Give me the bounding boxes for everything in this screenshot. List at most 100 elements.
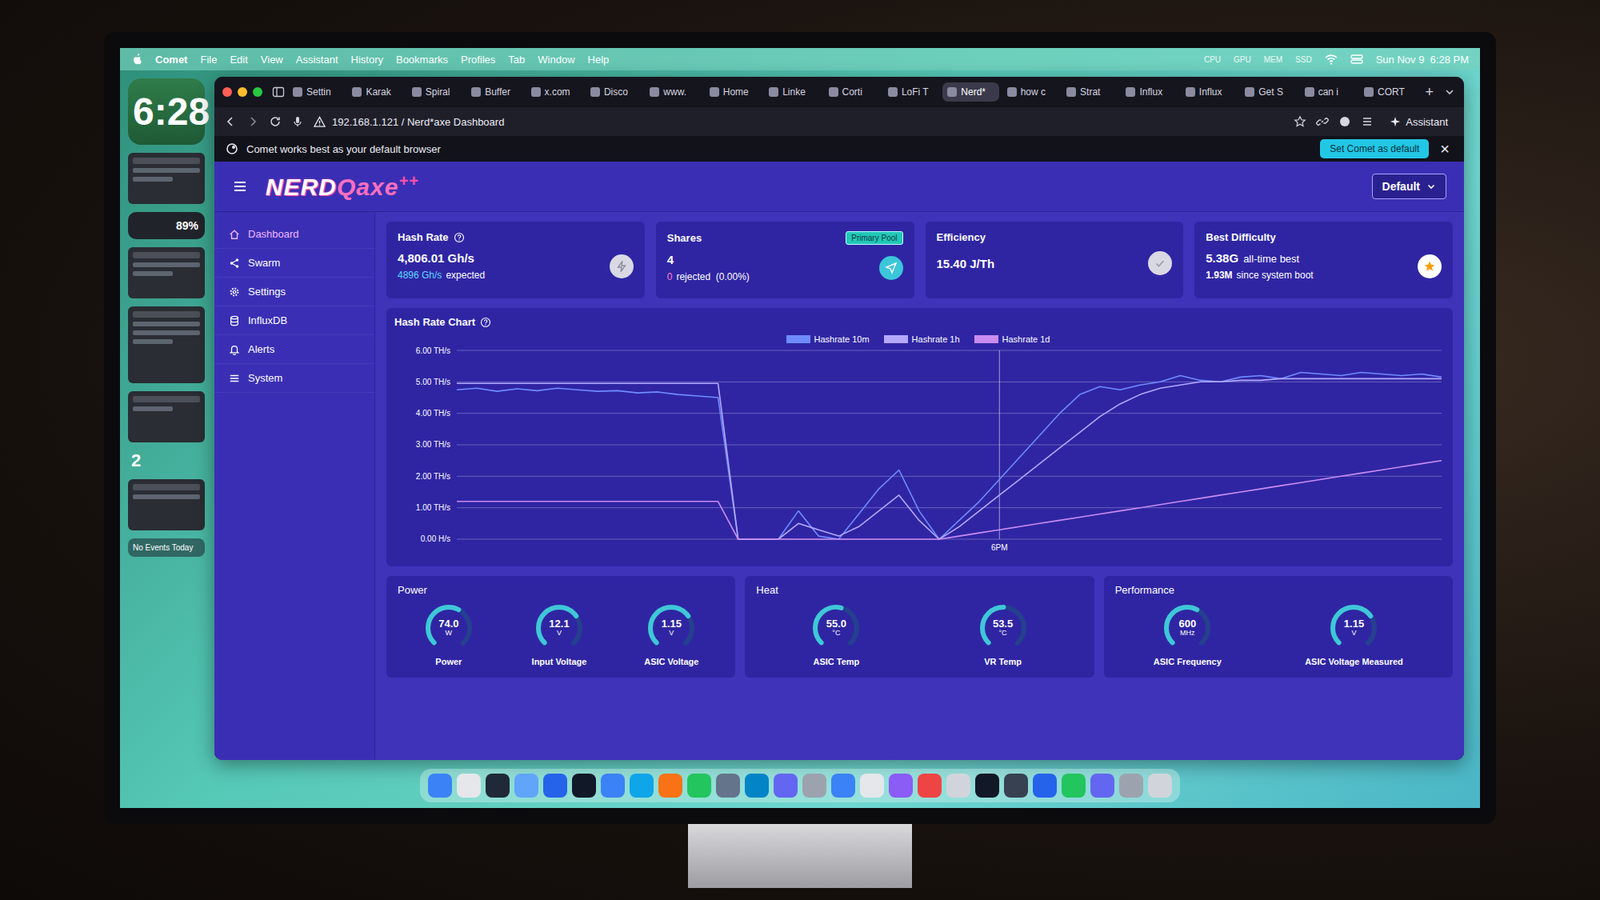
menu-item[interactable]: Profiles	[460, 53, 496, 66]
warning-icon[interactable]	[313, 116, 326, 128]
close-icon[interactable]	[222, 87, 232, 97]
window-thumbnail[interactable]	[128, 247, 205, 299]
browser-tab[interactable]: LoFi T	[883, 82, 940, 102]
status-meter[interactable]: SSD	[1295, 55, 1312, 64]
app-icon[interactable]	[744, 773, 769, 798]
app-icon[interactable]	[514, 773, 539, 798]
menu-item[interactable]: Edit	[229, 53, 248, 66]
back-icon[interactable]	[224, 115, 237, 128]
series-line[interactable]	[456, 460, 1442, 540]
app-icon[interactable]	[687, 773, 712, 798]
assistant-button[interactable]: Assistant	[1383, 112, 1455, 132]
series-line[interactable]	[456, 378, 1442, 540]
app-icon[interactable]	[1119, 773, 1144, 798]
wifi-icon[interactable]	[1324, 52, 1338, 66]
help-icon[interactable]	[453, 232, 465, 244]
window-thumbnail[interactable]	[128, 391, 205, 443]
browser-tab[interactable]: Influx	[1120, 82, 1177, 102]
app-icon[interactable]	[456, 773, 481, 798]
sidebar-item[interactable]: Settings	[214, 277, 375, 307]
menu-item[interactable]: Assistant	[296, 53, 339, 66]
app-icon[interactable]	[600, 773, 625, 798]
app-icon[interactable]	[860, 773, 884, 798]
url-field[interactable]: 192.168.1.121 / Nerd*axe Dashboard	[313, 116, 1284, 128]
app-icon[interactable]	[1148, 773, 1172, 798]
app-icon[interactable]	[716, 773, 740, 798]
status-meter[interactable]: CPU	[1204, 55, 1221, 64]
zoom-icon[interactable]	[252, 87, 263, 97]
new-tab-button[interactable]: +	[1418, 84, 1440, 101]
app-icon[interactable]	[1090, 773, 1115, 798]
control-center-icon[interactable]	[1350, 52, 1364, 66]
menu-item[interactable]: Window	[537, 53, 575, 66]
series-line[interactable]	[456, 372, 1442, 540]
sidebar-toggle-icon[interactable]	[272, 85, 285, 99]
browser-tab[interactable]: Disco	[585, 82, 642, 102]
forward-icon[interactable]	[246, 115, 260, 128]
app-icon[interactable]	[975, 773, 1000, 798]
window-thumbnail[interactable]	[128, 479, 205, 531]
app-icon[interactable]	[629, 773, 654, 798]
clock-widget[interactable]: 6:28	[128, 78, 205, 145]
browser-tab[interactable]: www.	[644, 82, 701, 102]
hamburger-icon[interactable]	[232, 178, 248, 195]
menu-clock[interactable]: Sun Nov 9 6:28 PM	[1376, 53, 1469, 66]
app-icon[interactable]	[946, 773, 971, 798]
menu-item[interactable]: Help	[588, 53, 610, 66]
browser-tab[interactable]: Buffer	[466, 82, 523, 102]
browser-tab[interactable]: x.com	[526, 82, 583, 102]
banner-close-button[interactable]: ×	[1436, 140, 1453, 159]
browser-tab[interactable]: Spiral	[407, 82, 464, 102]
app-icon[interactable]	[572, 773, 596, 798]
link-icon[interactable]	[1316, 115, 1329, 128]
sidebar-item[interactable]: Swarm	[214, 248, 375, 278]
browser-tab[interactable]: Influx	[1180, 82, 1237, 102]
app-icon[interactable]	[1032, 773, 1057, 798]
window-thumbnail[interactable]	[128, 152, 205, 204]
sidebar-item[interactable]: Dashboard	[214, 220, 375, 249]
calendar-widget[interactable]: No Events Today	[128, 538, 205, 557]
browser-tab[interactable]: Settin	[288, 82, 344, 102]
menu-item[interactable]: Tab	[508, 53, 525, 66]
app-icon[interactable]	[773, 773, 798, 798]
status-meter[interactable]: MEM	[1264, 55, 1283, 64]
reload-icon[interactable]	[268, 115, 282, 128]
sidebar-item[interactable]: Alerts	[214, 335, 375, 364]
legend-item[interactable]: Hashrate 1h	[884, 334, 960, 344]
app-icon[interactable]	[428, 773, 452, 798]
chevron-down-icon[interactable]	[1443, 85, 1456, 99]
legend-item[interactable]: Hashrate 1d	[974, 334, 1051, 344]
extension-icon[interactable]	[1338, 115, 1352, 128]
menu-item[interactable]: File	[200, 53, 217, 66]
sidebar-item[interactable]: InfluxDB	[214, 306, 375, 336]
microphone-icon[interactable]	[291, 115, 304, 128]
app-icon[interactable]	[917, 773, 942, 798]
sidebar-item[interactable]: System	[214, 364, 375, 393]
app-icon[interactable]	[888, 773, 913, 798]
browser-tab[interactable]: Karak	[347, 82, 404, 102]
menu-app-name[interactable]: Comet	[155, 53, 188, 66]
browser-tab[interactable]: Nerd*	[942, 82, 999, 102]
apple-icon[interactable]	[131, 52, 143, 66]
bookmark-star-icon[interactable]	[1293, 115, 1307, 128]
browser-tab[interactable]: Corti	[824, 82, 880, 102]
set-default-button[interactable]: Set Comet as default	[1320, 139, 1429, 159]
menu-item[interactable]: View	[260, 53, 284, 66]
profile-dropdown[interactable]: Default	[1372, 173, 1447, 200]
browser-tab[interactable]: how c	[1002, 82, 1059, 102]
browser-tab[interactable]: can i	[1300, 82, 1356, 102]
browser-tab[interactable]: Home	[704, 82, 761, 102]
browser-tab[interactable]: Strat	[1061, 82, 1118, 102]
app-icon[interactable]	[1061, 773, 1086, 798]
menu-item[interactable]: History	[351, 53, 384, 66]
desktop-number[interactable]: 2	[128, 450, 205, 472]
app-icon[interactable]	[485, 773, 510, 798]
app-icon[interactable]	[802, 773, 827, 798]
app-icon[interactable]	[831, 773, 856, 798]
browser-tab[interactable]: Get S	[1240, 82, 1296, 102]
app-icon[interactable]	[543, 773, 568, 798]
app-icon[interactable]	[1004, 773, 1028, 798]
help-icon[interactable]	[480, 316, 492, 328]
app-icon[interactable]	[658, 773, 683, 798]
menu-item[interactable]: Bookmarks	[396, 53, 448, 66]
